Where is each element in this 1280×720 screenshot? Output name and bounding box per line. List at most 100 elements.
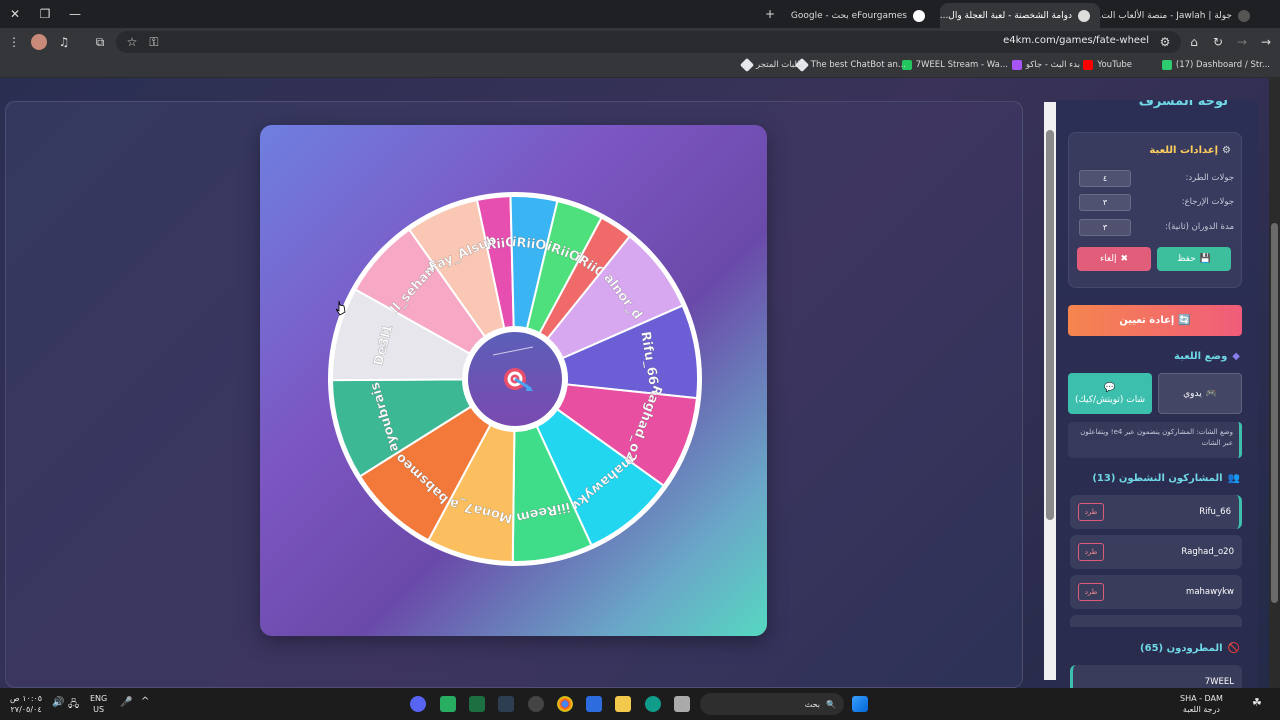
- chat-mode-button[interactable]: 💬 شات (تويتش/كيك): [1068, 373, 1152, 414]
- cross-icon: ✖: [1120, 254, 1129, 264]
- search-icon: 🔍: [826, 699, 836, 709]
- restore-window-button[interactable]: ❐: [30, 0, 60, 28]
- chat-bubble-icon: 💬: [1104, 382, 1116, 393]
- kicked-players-heading: 🚫 المطرودون (65): [1140, 643, 1240, 654]
- list-item-partial: [1070, 615, 1242, 627]
- return-rounds-input[interactable]: ٣: [1079, 193, 1131, 211]
- kick-player-button[interactable]: طرد: [1078, 583, 1104, 601]
- people-icon: 👥: [1227, 473, 1240, 484]
- obs-icon[interactable]: [528, 696, 544, 712]
- back-icon[interactable]: →: [1258, 34, 1274, 50]
- kick-player-button[interactable]: طرد: [1078, 543, 1104, 561]
- dashboard-favicon-icon: [1161, 60, 1172, 70]
- new-tab-button[interactable]: +: [755, 0, 785, 28]
- active-players-heading: 👥 المشاركون النشطون (13): [1092, 473, 1240, 484]
- kick-rounds-row: جولات الطرد: ٤: [1079, 169, 1234, 187]
- spin-duration-row: مدة الدوران (ثانية): ٣: [1079, 218, 1234, 236]
- bookmark-item[interactable]: طلبات المتجر: [739, 57, 804, 73]
- address-bar[interactable]: ☆ ⚿ e4km.com/games/fate-wheel ⚙: [116, 31, 1181, 53]
- player-name: mahawykw: [1186, 587, 1234, 597]
- discord-icon[interactable]: [410, 696, 426, 712]
- microphone-icon[interactable]: 🎤: [120, 697, 132, 708]
- edge-icon[interactable]: [645, 696, 661, 712]
- jawlah-favicon-icon: [1238, 9, 1250, 22]
- tab-bar: ✕ ❐ — جولة | Jawlah - منصة الألعاب الت..…: [0, 0, 1280, 28]
- kicked-list-item: 7WEEL: [1070, 665, 1242, 688]
- tab-jawlah[interactable]: جولة | Jawlah - منصة الألعاب الت... ✕: [1100, 3, 1260, 28]
- youtube-icon: [1083, 60, 1094, 70]
- panel-scrollbar[interactable]: [1044, 102, 1056, 680]
- home-icon[interactable]: ⌂: [1186, 34, 1202, 50]
- player-name: Raghad_o20: [1181, 547, 1234, 557]
- windows-start-icon[interactable]: [852, 696, 868, 712]
- tab-fate-wheel[interactable]: دوامة الشخصنة - لعبة العجلة وال... ✕: [940, 3, 1100, 28]
- volume-icon[interactable]: 🔊: [52, 697, 64, 708]
- bookmark-item[interactable]: 7WEEL Stream - Wa...: [901, 60, 1008, 70]
- taskbar: ١٠:٠٥ ص ٢٧/٠٥/٠٤ 🔊 🖧 ENG US 🎤 ^ بحث 🔍 SH…: [0, 688, 1280, 720]
- close-window-button[interactable]: ✕: [0, 0, 30, 28]
- weather-widget[interactable]: SHA - DAM درجة اللعبة: [1180, 693, 1223, 715]
- manual-mode-button[interactable]: 🎮 يدوي: [1158, 373, 1242, 414]
- gamepad-icon: 🎮: [1205, 388, 1217, 399]
- extensions-icon[interactable]: ⧉: [92, 34, 108, 50]
- search-box[interactable]: بحث 🔍: [700, 693, 844, 715]
- page-scrollbar-thumb[interactable]: [1271, 223, 1278, 603]
- reset-button[interactable]: 🔄 إعادة تعيين: [1068, 305, 1242, 336]
- refresh-icon: 🔄: [1178, 315, 1191, 326]
- bookmarks-bar: (17) Dashboard / Str... YouTube بدء البث…: [0, 56, 1280, 78]
- google-favicon-icon: [913, 9, 925, 22]
- tab-google-search[interactable]: eFourgames بحث - Google ✕: [785, 3, 935, 28]
- game-settings-box: ⚙ إعدادات اللعبة جولات الطرد: ٤ جولات ال…: [1068, 132, 1242, 288]
- store-icon: [739, 57, 755, 73]
- store-icon[interactable]: [586, 696, 602, 712]
- chat-mode-note: وضع الشات: المشاركون ينضمون عبر e4! ويتف…: [1068, 422, 1242, 458]
- save-button[interactable]: 💾 حفظ: [1157, 247, 1231, 271]
- admin-panel: لوحة المشرف ⚙ إعدادات اللعبة جولات الطرد…: [1056, 100, 1258, 688]
- bookmark-star-icon[interactable]: ☆: [124, 34, 140, 50]
- panel-title: لوحة المشرف: [1138, 100, 1228, 109]
- app-icon[interactable]: [440, 696, 456, 712]
- kick-rounds-input[interactable]: ٤: [1079, 169, 1131, 187]
- app-icon[interactable]: [674, 696, 690, 712]
- diamond-icon: ◆: [1232, 351, 1240, 362]
- scrollbar-thumb[interactable]: [1046, 130, 1054, 520]
- menu-dots-icon[interactable]: ⋮: [6, 34, 22, 50]
- clock[interactable]: ١٠:٠٥ ص ٢٧/٠٥/٠٤: [10, 693, 42, 715]
- forward-icon[interactable]: →: [1234, 34, 1250, 50]
- excel-icon[interactable]: [469, 696, 485, 712]
- bookmark-item[interactable]: The best ChatBot an...: [794, 57, 906, 73]
- url-text: e4km.com/games/fate-wheel: [1003, 35, 1149, 46]
- player-name: Rifu_66: [1199, 507, 1231, 517]
- target-dart-icon: [504, 368, 533, 391]
- folder-icon[interactable]: [615, 696, 631, 712]
- floppy-disk-icon: 💾: [1199, 254, 1211, 264]
- site-settings-icon[interactable]: ⚙: [1157, 34, 1173, 50]
- minimize-window-button[interactable]: —: [60, 0, 90, 28]
- spin-duration-input[interactable]: ٣: [1079, 218, 1131, 236]
- bookmark-item[interactable]: (17) Dashboard / Str...: [1161, 60, 1270, 70]
- bookmark-item[interactable]: بدء البث - جاكو: [1011, 60, 1080, 70]
- app-icon[interactable]: [498, 696, 514, 712]
- browser-toolbar: ⋮ ♫ ⧉ ☆ ⚿ e4km.com/games/fate-wheel ⚙ ⌂ …: [0, 28, 1280, 56]
- network-icon[interactable]: 🖧: [68, 697, 79, 714]
- list-item: طرد Rifu_66: [1070, 495, 1242, 529]
- kick-player-button[interactable]: طرد: [1078, 503, 1104, 521]
- no-entry-icon: 🚫: [1227, 643, 1240, 654]
- cancel-button[interactable]: ✖ إلغاء: [1077, 247, 1151, 271]
- chrome-icon[interactable]: [557, 696, 573, 712]
- list-item: طرد Raghad_o20: [1070, 535, 1242, 569]
- widget-icon[interactable]: ☘: [1252, 696, 1262, 709]
- bookmark-item[interactable]: YouTube: [1083, 60, 1132, 70]
- media-icon[interactable]: ♫: [56, 34, 72, 50]
- chevron-up-icon[interactable]: ^: [141, 696, 149, 707]
- profile-avatar[interactable]: [31, 34, 47, 50]
- gear-icon: ⚙: [1222, 145, 1231, 156]
- mouse-cursor-icon: [336, 300, 346, 316]
- return-rounds-row: جولات الإرجاع: ٣: [1079, 193, 1234, 211]
- page-scrollbar[interactable]: [1269, 78, 1280, 688]
- language-indicator[interactable]: ENG US: [90, 693, 107, 715]
- list-item: طرد mahawykw: [1070, 575, 1242, 609]
- reload-icon[interactable]: ↻: [1210, 34, 1226, 50]
- game-mode-heading: ◆ وضع اللعبة: [1174, 351, 1240, 362]
- password-key-icon[interactable]: ⚿: [146, 34, 162, 50]
